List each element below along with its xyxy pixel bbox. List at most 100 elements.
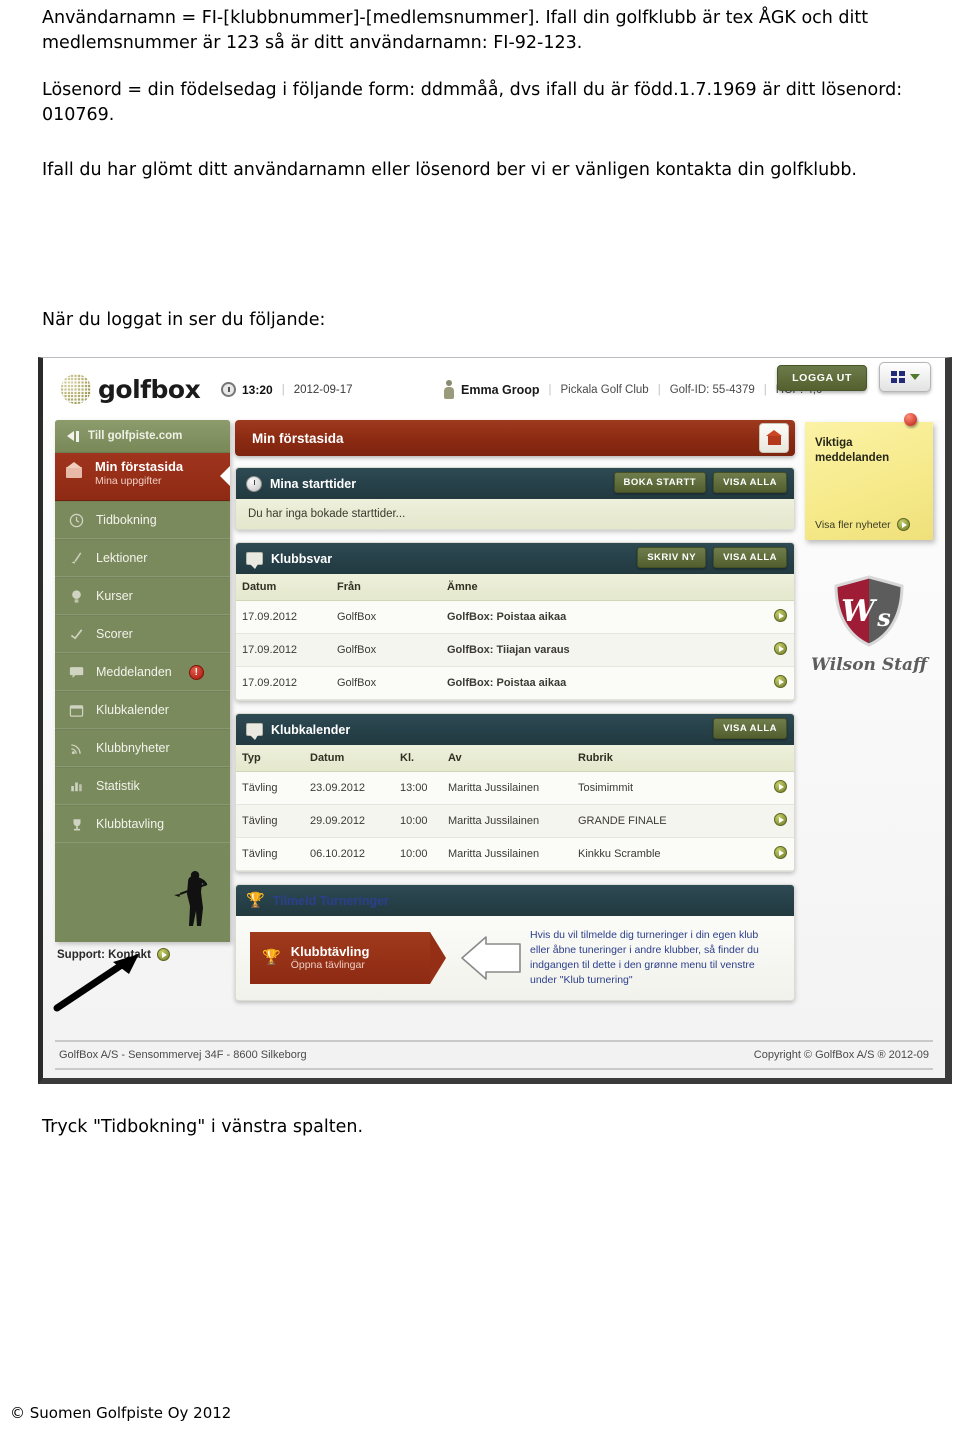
column-header: Datum [304,745,394,772]
sticky-note-title: Viktiga meddelanden [815,437,890,464]
sponsor-wilson-staff: W s Wilson Staff [805,574,933,675]
visa-fler-nyheter-link[interactable]: Visa fler nyheter [815,518,910,531]
paragraph-username-rule: Användarnamn = FI-[klubbnummer]-[medlems… [42,8,869,54]
table-header-row: Datum Från Ämne [236,574,794,601]
header-date: 2012-09-17 [293,383,353,396]
scorecard-icon [68,626,85,643]
grid-icon [890,371,905,383]
row-open-button[interactable] [766,666,794,700]
cell-datum: 06.10.2012 [304,837,394,871]
visa-alla-button[interactable]: VISA ALLA [713,718,787,739]
golfbox-logo: golfbox [61,374,201,404]
panel-tilmeld-turneringer: 🏆 Tilmeld Turneringer 🏆 Klubbtävling Öpp… [235,884,795,1001]
sidebar-item-min-forstasida[interactable]: Min förstasida Mina uppgifter [55,453,230,501]
column-header: Typ [236,745,304,772]
sidebar-item-label: Meddelanden [96,665,172,679]
golfer-silhouette-icon [174,871,208,926]
row-open-button[interactable] [766,804,794,838]
cell-amne: GolfBox: Poistaa aikaa [441,666,766,700]
go-arrow-icon [773,780,787,793]
sidebar-item-kurser[interactable]: Kurser [55,577,230,615]
cell-rubrik: Kinkku Scramble [572,837,766,871]
globe-icon [61,374,91,404]
panel-title: Klubbsvar [271,551,333,566]
visa-alla-button[interactable]: VISA ALLA [713,472,787,493]
golf-club-icon [68,550,85,567]
boka-startt-button[interactable]: BOKA STARTT [613,472,707,493]
paragraph-press-tidbokning: Tryck "Tidbokning" i vänstra spalten. [42,1117,364,1137]
column-header: Från [331,574,441,601]
klubbtavling-tag-button[interactable]: 🏆 Klubbtävling Öppna tävlingar [250,931,446,984]
sidebar-item-tidbokning[interactable]: Tidbokning [55,501,230,539]
divider: | [657,383,661,396]
skriv-ny-button[interactable]: SKRIV NY [637,547,707,568]
table-row[interactable]: Tävling 23.09.2012 13:00 Maritta Jussila… [236,771,794,805]
row-open-button[interactable] [766,633,794,667]
main-column: Min förstasida Mina starttider BOKA STAR… [235,420,795,1013]
empty-state-text: Du har inga bokade starttider... [236,499,794,529]
panel-mina-starttider: Mina starttider BOKA STARTT VISA ALLA Du… [235,467,795,530]
footer-copyright: Copyright © GolfBox A/S ® 2012-09 [753,1049,929,1061]
sidebar-item-klubbtavling[interactable]: Klubbtavling [55,805,230,843]
panel-klubbsvar: Klubbsvar SKRIV NY VISA ALLA Datum Från [235,542,795,701]
table-row[interactable]: Tävling 29.09.2012 10:00 Maritta Jussila… [236,804,794,838]
sponsor-name: Wilson Staff [810,655,928,675]
link-label: Visa fler nyheter [815,518,891,531]
footer-address: GolfBox A/S - Sensommervej 34F - 8600 Si… [59,1049,307,1061]
right-rail: Viktiga meddelanden Visa fler nyheter W [805,413,945,675]
header-user-name: Emma Groop [461,382,540,397]
paragraph-forgot-credentials: Ifall du har glömt ditt användarnamn ell… [42,160,857,180]
divider: | [763,383,767,396]
row-open-button[interactable] [766,771,794,805]
table-row[interactable]: Tävling 06.10.2012 10:00 Maritta Jussila… [236,837,794,871]
cell-typ: Tävling [236,771,304,805]
sidebar-item-back[interactable]: Till golfpiste.com [55,420,230,453]
svg-text:s: s [876,603,891,632]
table-row[interactable]: 17.09.2012 GolfBox GolfBox: Tiiajan vara… [236,633,794,667]
rss-icon [68,740,85,757]
divider: | [548,383,552,396]
page-title-bar: Min förstasida [235,420,795,456]
go-arrow-icon [773,642,787,655]
person-icon [443,380,455,399]
table-row[interactable]: 17.09.2012 GolfBox GolfBox: Poistaa aika… [236,600,794,634]
tag-title: Klubbtävling [290,944,370,960]
row-open-button[interactable] [766,600,794,634]
cell-av: Maritta Jussilainen [442,837,572,871]
panel-actions: SKRIV NY VISA ALLA [637,547,787,568]
column-header: Av [442,745,572,772]
cell-datum: 17.09.2012 [236,633,331,667]
sidebar-item-statistik[interactable]: Statistik [55,767,230,805]
golfer-illustration-zone [55,843,230,939]
row-open-button[interactable] [766,837,794,871]
sidebar-item-klubkalender[interactable]: Klubkalender [55,691,230,729]
trophy-icon: 🏆 [262,949,281,967]
panel-actions: VISA ALLA [713,718,787,739]
sidebar-item-klubbnyheter[interactable]: Klubbnyheter [55,729,230,767]
home-button[interactable] [759,423,789,453]
column-header: Kl. [394,745,442,772]
sidebar-item-scorer[interactable]: Scorer [55,615,230,653]
active-pointer [220,465,230,487]
logout-button[interactable]: LOGGA UT [777,365,867,391]
sidebar-item-lektioner[interactable]: Lektioner [55,539,230,577]
column-header-spacer [766,574,794,601]
panel-title: Mina starttider [270,476,357,491]
cell-kl: 10:00 [394,837,442,871]
page-title: Min förstasida [252,430,344,446]
panel-header: Klubbsvar SKRIV NY VISA ALLA [236,543,794,574]
table-row[interactable]: 17.09.2012 GolfBox GolfBox: Poistaa aika… [236,666,794,700]
sidebar-item-meddelanden[interactable]: Meddelanden ! [55,653,230,691]
visa-alla-button[interactable]: VISA ALLA [713,547,787,568]
klubbsvar-table: Datum Från Ämne 17.09.2012 GolfBox GolfB… [236,574,794,700]
document-page: Användarnamn = FI-[klubbnummer]-[medlems… [0,0,960,1433]
trophy-icon: 🏆 [246,892,265,909]
column-header: Rubrik [572,745,766,772]
svg-text:W: W [841,594,878,629]
cell-datum: 23.09.2012 [304,771,394,805]
cell-amne: GolfBox: Poistaa aikaa [441,600,766,634]
klubkalender-table: Typ Datum Kl. Av Rubrik Tävling 23.09.20… [236,745,794,871]
panel-header: Klubkalender VISA ALLA [236,714,794,745]
clock-icon [246,475,262,492]
app-switcher-button[interactable] [879,362,931,392]
